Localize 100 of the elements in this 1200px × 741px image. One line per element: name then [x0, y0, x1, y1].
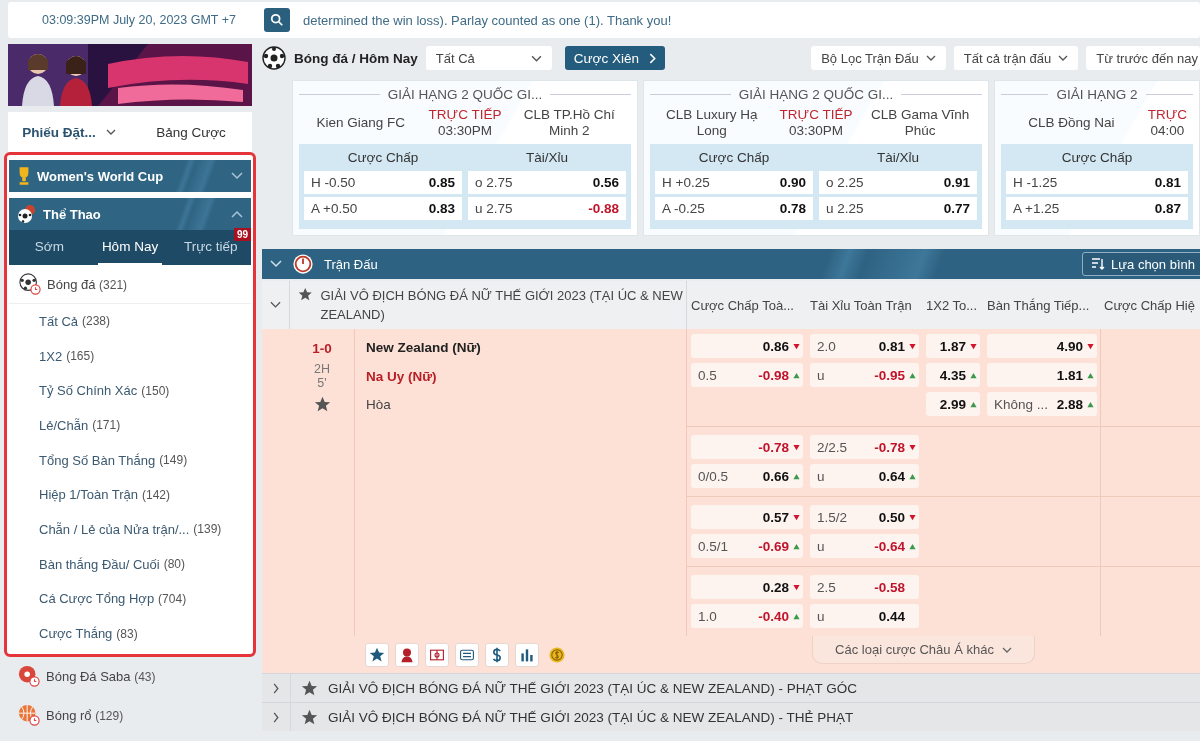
live-status: TRỰC — [1147, 106, 1187, 123]
column-header: 1X2 To... — [925, 297, 979, 313]
odds-button[interactable]: H -1.25 0.81 — [1006, 171, 1188, 194]
star-icon[interactable] — [313, 396, 331, 413]
odds-button[interactable]: 1.81 — [987, 363, 1097, 387]
odds-button[interactable]: 0.28 — [691, 575, 803, 599]
market-heading: Tài/Xỉu — [525, 149, 569, 167]
odds-button[interactable]: u 2.25 0.77 — [819, 197, 977, 220]
period-tab[interactable]: Sớm — [17, 230, 82, 265]
bet-slip-tab[interactable]: Phiếu Đặt... — [8, 112, 130, 152]
chevron-down-icon — [1001, 646, 1012, 653]
search-button[interactable] — [264, 8, 290, 32]
star-icon[interactable] — [298, 286, 313, 303]
promo-header[interactable]: Women's World Cup — [9, 160, 251, 192]
league-row[interactable]: GIẢI VÔ ĐỊCH BÓNG ĐÁ NỮ THẾ GIỚI 2023 (TẠI ÚC & NEW ZEALAND) - PHẠT GÓC — [262, 673, 1200, 702]
soccer-ball-icon — [19, 273, 41, 295]
chevron-down-icon — [925, 55, 936, 61]
dollar-icon[interactable] — [485, 642, 509, 667]
match-period: 2H — [314, 362, 330, 376]
star-icon[interactable] — [301, 679, 318, 697]
parlay-button[interactable]: Cược Xiên — [564, 46, 665, 70]
market-dropdown[interactable]: Tất Cả — [425, 46, 552, 70]
chevron-icon — [231, 210, 243, 218]
market-item[interactable]: Tất Cả (238) — [9, 304, 251, 339]
chevron-down-icon — [530, 54, 542, 62]
odds-button[interactable]: u -0.95 — [810, 363, 919, 387]
filter-dropdown[interactable]: Bộ Lọc Trận Đấu — [811, 46, 946, 70]
sport-item[interactable]: Bóng rổ (129) — [8, 695, 252, 735]
odds-button[interactable]: 2.0 0.81 — [810, 334, 919, 358]
league-row[interactable]: GIẢI VÔ ĐỊCH BÓNG ĐÁ NỮ THẾ GIỚI 2023 (TẠI ÚC & NEW ZEALAND) - THẺ PHẠT — [262, 702, 1200, 731]
odds-button[interactable]: 0.5 -0.98 — [691, 363, 803, 387]
match-card[interactable]: GIẢI HẠNG 2 QUỐC GI... Kien Giang FC TRỰC TIẾP 03:30PM CLB TP.Hồ Chí Minh 2 Cược Chấp H -0.50 0.85 A +0.50 0.83 Tài/Xỉu o 2.75 0.56 u 2.75 -0.88 — [292, 80, 638, 236]
market-item[interactable]: Cược Thắng (83) — [9, 616, 251, 651]
field-icon[interactable] — [425, 642, 449, 667]
match-time: 03:30PM — [438, 123, 493, 140]
market-heading: Tài/Xỉu — [876, 149, 920, 167]
match-card[interactable]: GIẢI HẠNG 2 QUỐC GI... CLB Luxury Hạ Long TRỰC TIẾP 03:30PM CLB Gama Vĩnh Phúc Cược Chấp H +0.25 0.90 A -0.25 0.78 Tài/Xỉu o 2.25 0.91 u 2.25 0.77 — [643, 80, 989, 236]
bar-chart-icon[interactable] — [515, 642, 539, 667]
match-score: 1-0 — [312, 341, 332, 356]
sort-icon — [1091, 258, 1106, 270]
chevron-icon — [231, 172, 243, 180]
column-header: Tài Xỉu Toàn Trận — [809, 297, 913, 313]
sort-button[interactable]: Lựa chọn bình — [1082, 252, 1200, 276]
market-item[interactable]: Lẻ/Chẵn (171) — [9, 408, 251, 443]
odds-button[interactable]: 2.5 -0.58 — [810, 575, 919, 599]
odds-button[interactable]: u 0.64 — [810, 464, 919, 488]
team-name: Na Uy (Nữ) — [366, 368, 438, 386]
live-count-badge: 99 — [233, 228, 251, 241]
more-bets-tab[interactable]: Các loại cược Châu Á khác — [812, 636, 1035, 664]
match-card[interactable]: GIẢI HẠNG 2 CLB Đồng Nai TRỰC 04:00 Cược Chấp H -1.25 0.81 A +1.25 0.87 — [994, 80, 1200, 236]
match-time: 03:30PM — [789, 123, 844, 140]
odds-button[interactable]: 2/2.5 -0.78 — [810, 435, 919, 459]
odds-button[interactable]: A +1.25 0.87 — [1006, 197, 1188, 220]
market-item[interactable]: Hiệp 1/Toàn Trận (142) — [9, 477, 251, 513]
league-name: GIẢI HẠNG 2 QUỐC GI... — [738, 87, 894, 102]
odds-button[interactable]: 0.57 — [691, 505, 803, 529]
sport-item[interactable]: Bóng Đá Saba (43) — [8, 656, 252, 696]
odds-button[interactable]: 1.0 -0.40 — [691, 604, 803, 628]
odds-button[interactable]: 4.35 — [926, 363, 980, 387]
odds-button[interactable]: 0.5/1 -0.69 — [691, 534, 803, 558]
league-name: GIẢI VÔ ĐỊCH BÓNG ĐÁ NỮ THẾ GIỚI 2023 (TẠI ÚC & NEW ZEALAND) - PHẠT GÓC — [328, 680, 857, 696]
odds-button[interactable]: H -0.50 0.85 — [304, 171, 462, 194]
soccer-ball-icon — [18, 665, 40, 688]
odds-button[interactable]: 4.90 — [987, 334, 1097, 358]
person-icon[interactable] — [395, 642, 419, 667]
odds-button[interactable]: H +0.25 0.90 — [655, 171, 813, 194]
market-item[interactable]: Cá Cược Tổng Hợp (704) — [9, 581, 251, 617]
odds-button[interactable]: o 2.25 0.91 — [819, 171, 977, 194]
filter-dropdown[interactable]: Từ trước đến nay — [1086, 46, 1200, 70]
chevron-icon[interactable] — [270, 301, 281, 309]
ticket-icon[interactable] — [455, 642, 479, 667]
team-name: Hòa — [366, 397, 392, 414]
live-status: TRỰC TIẾP — [779, 106, 853, 123]
odds-button[interactable]: u 2.75 -0.88 — [468, 197, 626, 220]
odds-button[interactable]: A -0.25 0.78 — [655, 197, 813, 220]
odds-button[interactable]: -0.78 — [691, 435, 803, 459]
market-item[interactable]: Tỷ Số Chính Xác (150) — [9, 373, 251, 409]
odds-button[interactable]: u 0.44 — [810, 604, 919, 628]
star-icon[interactable] — [301, 708, 318, 726]
trophy-icon — [17, 166, 31, 186]
odds-button[interactable]: o 2.75 0.56 — [468, 171, 626, 194]
market-item[interactable]: Chẵn / Lẻ của Nửa trận/... (139) — [9, 512, 251, 547]
market-item[interactable]: 1X2 (165) — [9, 338, 251, 374]
date-time: 03:09:39PM July 20, 2023 GMT +7 — [42, 13, 237, 27]
filter-dropdown[interactable]: Tất cả trận đấu — [953, 46, 1079, 70]
bet-slip-tab[interactable]: Bảng Cược — [130, 112, 252, 152]
odds-button[interactable]: u -0.64 — [810, 534, 919, 558]
odds-button[interactable]: Không ... 2.88 — [987, 392, 1097, 416]
odds-button[interactable]: 2.99 — [926, 392, 980, 416]
odds-button[interactable]: 0.86 — [691, 334, 803, 358]
odds-button[interactable]: 0/0.5 0.66 — [691, 464, 803, 488]
odds-button[interactable]: A +0.50 0.83 — [304, 197, 462, 220]
sports-header[interactable]: Thể Thao — [9, 198, 251, 230]
market-item[interactable]: Tổng Số Bàn Thắng (149) — [9, 442, 251, 478]
odds-button[interactable]: 1.5/2 0.50 — [810, 505, 919, 529]
match-minute: 5' — [317, 376, 327, 390]
column-header: Cược Chấp Toà... — [690, 297, 795, 313]
market-item[interactable]: Bàn thắng Đầu/ Cuối (80) — [9, 546, 251, 582]
odds-button[interactable]: 1.87 — [926, 334, 980, 358]
search-icon — [270, 13, 284, 27]
